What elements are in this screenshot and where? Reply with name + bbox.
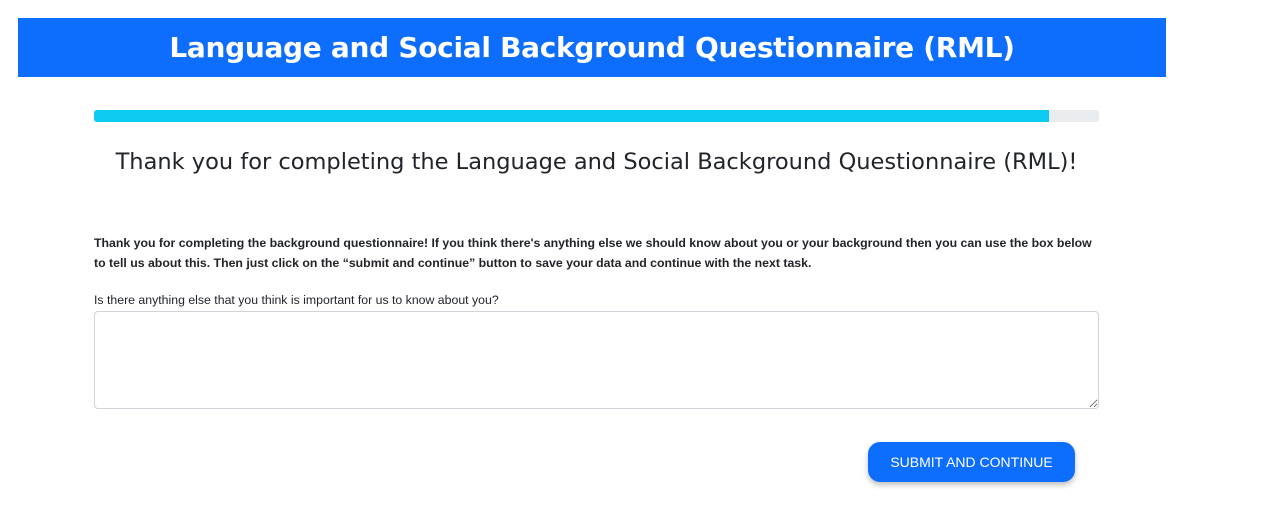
additional-info-textarea[interactable] bbox=[94, 311, 1099, 409]
submit-and-continue-button[interactable]: SUBMIT AND CONTINUE bbox=[868, 442, 1075, 482]
page-title: Thank you for completing the Language an… bbox=[115, 149, 1078, 175]
app-header: Language and Social Background Questionn… bbox=[18, 18, 1166, 77]
question-label: Is there anything else that you think is… bbox=[94, 293, 499, 307]
progress-bar bbox=[94, 110, 1099, 122]
intro-text: Thank you for completing the background … bbox=[94, 236, 1092, 270]
page-header-title: Language and Social Background Questionn… bbox=[169, 31, 1015, 64]
progress-bar-fill bbox=[94, 110, 1049, 122]
